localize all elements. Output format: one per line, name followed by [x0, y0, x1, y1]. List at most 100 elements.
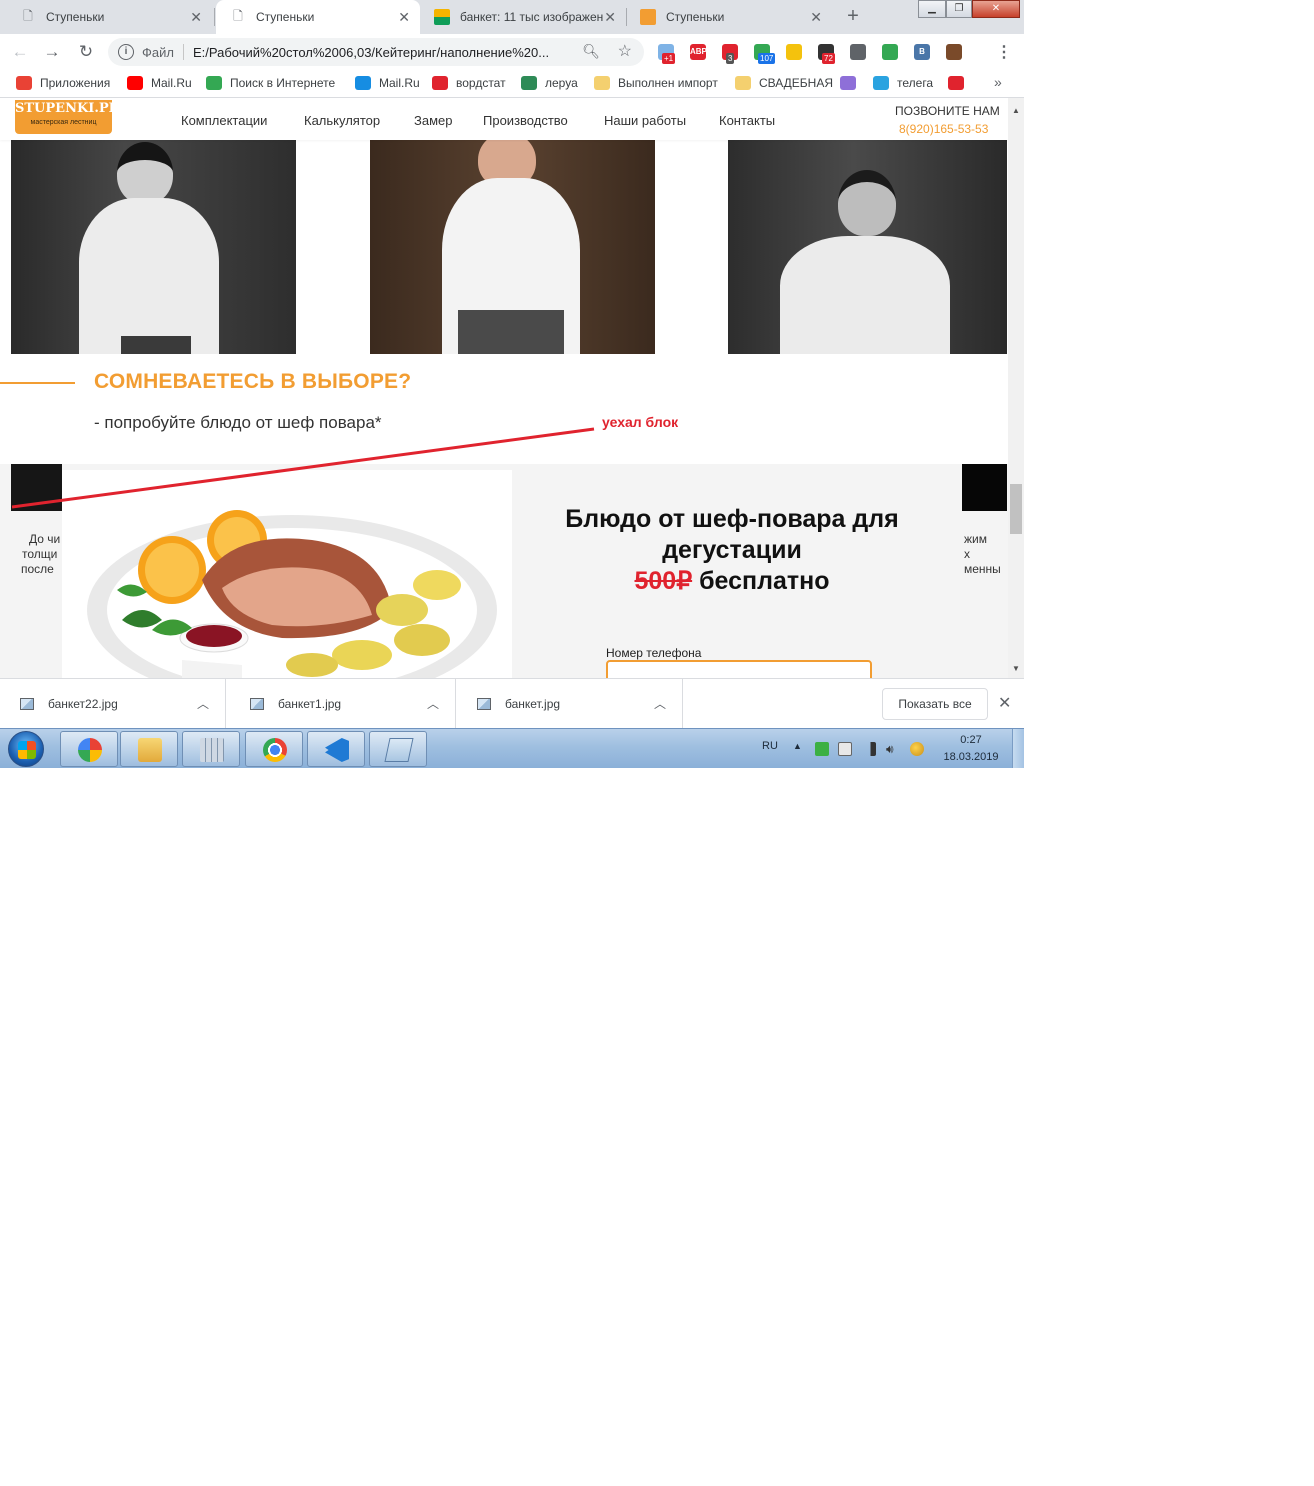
volume-icon[interactable]: 🔊︎ — [886, 742, 900, 756]
bookmark-item[interactable]: Приложения — [16, 76, 110, 90]
apps-grid-icon — [16, 76, 32, 90]
bookmark-item[interactable]: телега — [873, 76, 933, 90]
folder-icon — [735, 76, 751, 90]
calculator-app-icon[interactable] — [182, 731, 240, 767]
adblock-icon[interactable]: ABP — [690, 44, 707, 60]
bookmark-item[interactable]: вордстат — [432, 76, 506, 90]
network-icon[interactable] — [862, 742, 876, 756]
image-file-icon — [20, 698, 34, 710]
sync-tray-icon[interactable] — [815, 742, 829, 756]
bookmark-item[interactable]: леруа — [521, 76, 578, 90]
tab-strip: 🗋 Ступеньки ✕ 🗋 Ступеньки ✕ банкет: 11 т… — [0, 0, 1024, 34]
image-icon — [434, 9, 450, 25]
url-text[interactable]: E:/Рабочий%20стол%2006,03/Кейтеринг/напо… — [193, 45, 583, 60]
bookmark-item[interactable]: Поиск в Интернете — [206, 76, 335, 90]
show-desktop-button[interactable] — [1012, 729, 1024, 768]
camera-icon[interactable] — [850, 44, 866, 60]
green-ext-icon[interactable] — [882, 44, 898, 60]
tab-2-active[interactable]: 🗋 Ступеньки ✕ — [216, 0, 420, 34]
chevron-up-icon[interactable]: ︿ — [427, 695, 439, 712]
chevron-up-icon[interactable]: ︿ — [654, 695, 666, 712]
chrome-app-icon[interactable] — [245, 731, 303, 767]
telegram-icon — [873, 76, 889, 90]
extension-badge: 3 — [726, 53, 735, 64]
scheme-label: Файл — [142, 44, 174, 60]
extension-badge: 107 — [758, 53, 776, 64]
scroll-up-icon[interactable]: ▲ — [1012, 106, 1020, 115]
tab-3[interactable]: банкет: 11 тыс изображен ✕ — [420, 0, 626, 34]
vk-icon[interactable]: B — [914, 44, 930, 60]
explorer-app-icon[interactable] — [120, 731, 178, 767]
bookmark-item[interactable]: Mail.Ru — [127, 76, 192, 90]
download-filename: банкет.jpg — [505, 697, 561, 711]
extension-badge: 72 — [822, 53, 835, 64]
bookmark-label: Mail.Ru — [151, 76, 192, 90]
bookmark-star-icon[interactable]: ☆ — [618, 41, 632, 61]
scroll-down-icon[interactable]: ▼ — [1012, 664, 1020, 673]
bars-icon — [432, 76, 448, 90]
reload-icon[interactable]: ↻ — [74, 40, 98, 64]
language-indicator[interactable]: RU — [762, 740, 778, 752]
scroll-thumb[interactable] — [1010, 484, 1022, 534]
page-scrollbar[interactable]: ▲ ▼ — [1008, 98, 1024, 678]
address-bar[interactable]: i Файл E:/Рабочий%20стол%2006,03/Кейтери… — [108, 38, 644, 66]
bookmark-label: СВАДЕБНАЯ — [759, 76, 834, 90]
tab-title: Ступеньки — [46, 10, 105, 24]
close-window-button[interactable]: ✕ — [972, 0, 1020, 18]
paint-ext-icon[interactable] — [946, 44, 962, 60]
back-icon[interactable]: ← — [8, 40, 32, 64]
vscode-app-icon[interactable] — [307, 731, 365, 767]
paint-app-icon[interactable] — [60, 731, 118, 767]
bookmark-label: Mail.Ru — [379, 76, 420, 90]
menu-icon[interactable]: ⋮ — [996, 42, 1012, 62]
bookmark-label: телега — [897, 76, 934, 90]
bookmark-label: леруа — [545, 76, 578, 90]
device-tray-icon[interactable] — [838, 742, 852, 756]
image-file-icon — [477, 698, 491, 710]
download-shelf: банкет22.jpg ︿ банкет1.jpg ︿ банкет.jpg … — [0, 678, 1024, 729]
extension-badge: +1 — [662, 53, 676, 64]
clock-date[interactable]: 18.03.2019 — [943, 751, 999, 763]
tab-close-icon[interactable]: ✕ — [398, 9, 410, 26]
windows-taskbar: RU ▲ 🔊︎ 0:27 18.03.2019 — [0, 728, 1024, 768]
bookmarks-bar: Приложения Mail.Ru Поиск в Интернете Mail.R… — [0, 70, 1024, 98]
chevron-up-icon[interactable]: ︿ — [197, 695, 209, 712]
bookmark-item[interactable]: Mail.Ru — [355, 76, 420, 90]
youtube-icon — [127, 76, 143, 90]
tab-close-icon[interactable]: ✕ — [604, 9, 616, 26]
tab-4[interactable]: Ступеньки ✕ — [626, 0, 832, 34]
zoom-icon[interactable]: 🔍︎ — [582, 43, 600, 60]
download-item-2[interactable]: банкет1.jpg ︿ — [230, 679, 456, 729]
show-all-downloads-button[interactable]: Показать все — [882, 688, 988, 720]
screen: 🗋 Ступеньки ✕ 🗋 Ступеньки ✕ банкет: 11 т… — [0, 0, 1024, 768]
tab-1[interactable]: 🗋 Ступеньки ✕ — [6, 0, 212, 34]
leroy-icon — [521, 76, 537, 90]
tray-expand-icon[interactable]: ▲ — [793, 741, 802, 751]
page-viewport: STUPENKI.PRO мастерская лестниц Комплект… — [0, 98, 1024, 678]
bookmark-item[interactable]: Выполнен импорт — [594, 76, 718, 90]
site-icon — [640, 9, 656, 25]
tab-separator — [214, 8, 215, 26]
download-item-1[interactable]: банкет22.jpg ︿ — [0, 679, 226, 729]
notepad-app-icon[interactable] — [369, 731, 427, 767]
bookmark-item[interactable] — [840, 76, 864, 90]
new-tab-button[interactable]: + — [840, 5, 866, 29]
bookmark-label: вордстат — [456, 76, 506, 90]
bookmark-item[interactable]: СВАДЕБНАЯ — [735, 76, 833, 90]
maximize-button[interactable]: ❐ — [946, 0, 972, 18]
yandex-icon[interactable] — [786, 44, 802, 60]
bookmark-item[interactable] — [948, 76, 972, 90]
start-button[interactable] — [8, 731, 44, 767]
info-icon[interactable]: i — [118, 44, 134, 60]
forward-icon[interactable]: → — [40, 40, 64, 64]
close-shelf-icon[interactable]: ✕ — [998, 693, 1011, 713]
ke-icon — [206, 76, 222, 90]
tab-close-icon[interactable]: ✕ — [190, 9, 202, 26]
tab-close-icon[interactable]: ✕ — [810, 9, 822, 26]
download-item-3[interactable]: банкет.jpg ︿ — [457, 679, 683, 729]
weather-tray-icon[interactable] — [910, 742, 924, 756]
clock-time[interactable]: 0:27 — [943, 734, 999, 746]
bookmarks-overflow-icon[interactable]: » — [994, 74, 1002, 90]
minimize-button[interactable]: ▁ — [918, 0, 946, 18]
download-filename: банкет22.jpg — [48, 697, 118, 711]
